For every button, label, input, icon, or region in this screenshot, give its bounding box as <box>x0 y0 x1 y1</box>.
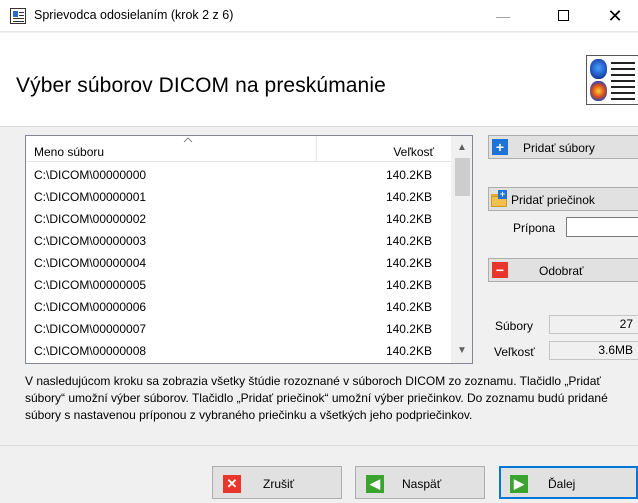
close-icon: ✕ <box>223 475 241 493</box>
dicom-document-icon <box>586 55 638 105</box>
file-size: 140.2KB <box>385 300 432 314</box>
add-folder-label: Pridať priečinok <box>511 193 595 207</box>
scroll-up-icon[interactable]: ▲ <box>457 142 467 153</box>
file-name: C:\DICOM\00000005 <box>34 278 147 292</box>
table-row[interactable]: C:\DICOM\00000008 140.2KB <box>26 339 451 361</box>
file-size: 140.2KB <box>385 234 432 248</box>
remove-label: Odobrať <box>539 264 584 278</box>
title-bar: Sprievodca odosielaním (krok 2 z 6) — ✕ <box>0 0 638 32</box>
remove-button[interactable]: − Odobrať <box>488 258 638 282</box>
extension-input[interactable] <box>566 217 638 237</box>
table-row[interactable]: C:\DICOM\00000000 140.2KB <box>26 163 451 185</box>
sort-ascending-icon <box>183 137 193 143</box>
column-header-name[interactable]: Meno súboru <box>34 145 104 159</box>
file-size: 140.2KB <box>385 278 432 292</box>
add-files-label: Pridať súbory <box>523 141 595 155</box>
extension-label: Prípona <box>513 221 556 235</box>
file-size: 140.2KB <box>385 168 432 182</box>
file-name: C:\DICOM\00000000 <box>34 168 147 182</box>
table-row[interactable]: C:\DICOM\00000001 140.2KB <box>26 185 451 207</box>
window-title: Sprievodca odosielaním (krok 2 z 6) <box>34 8 234 22</box>
table-row[interactable]: C:\DICOM\00000006 140.2KB <box>26 295 451 317</box>
table-row[interactable]: C:\DICOM\00000005 140.2KB <box>26 273 451 295</box>
files-count-value: 27 <box>549 315 638 334</box>
table-row[interactable]: C:\DICOM\00000003 140.2KB <box>26 229 451 251</box>
file-size: 140.2KB <box>385 256 432 270</box>
table-row[interactable]: C:\DICOM\00000007 140.2KB <box>26 317 451 339</box>
file-name: C:\DICOM\00000003 <box>34 234 147 248</box>
add-folder-icon: + <box>491 190 507 208</box>
minimize-button[interactable]: — <box>480 0 526 32</box>
scroll-down-icon[interactable]: ▼ <box>457 345 467 356</box>
back-button[interactable]: ◀ Naspäť <box>355 466 485 499</box>
app-icon <box>10 8 26 24</box>
file-name: C:\DICOM\00000002 <box>34 212 147 226</box>
file-name: C:\DICOM\00000006 <box>34 300 147 314</box>
maximize-button[interactable] <box>540 0 586 32</box>
close-button[interactable]: ✕ <box>592 0 638 32</box>
file-name: C:\DICOM\00000008 <box>34 344 147 358</box>
arrow-right-icon: ▶ <box>510 475 528 493</box>
files-count-label: Súbory <box>495 319 534 333</box>
wizard-header: Výber súborov DICOM na preskúmanie <box>0 33 638 127</box>
vertical-scrollbar[interactable]: ▲ ▼ <box>451 136 472 363</box>
column-header-size-label: Veľkosť <box>393 145 434 159</box>
arrow-left-icon: ◀ <box>366 475 384 493</box>
file-size: 140.2KB <box>385 322 432 336</box>
page-title: Výber súborov DICOM na preskúmanie <box>16 74 386 97</box>
table-row[interactable]: C:\DICOM\00000004 140.2KB <box>26 251 451 273</box>
add-files-button[interactable]: + Pridať súbory <box>488 135 638 159</box>
file-size: 140.2KB <box>385 190 432 204</box>
file-size: 140.2KB <box>385 212 432 226</box>
file-name: C:\DICOM\00000004 <box>34 256 147 270</box>
back-label: Naspäť <box>402 477 442 491</box>
table-row[interactable]: C:\DICOM\00000002 140.2KB <box>26 207 451 229</box>
cancel-label: Zrušiť <box>263 477 295 491</box>
minus-icon: − <box>492 262 508 278</box>
column-header-size[interactable]: Veľkosť <box>316 136 442 162</box>
total-size-label: Veľkosť <box>494 345 535 359</box>
footer-divider <box>0 445 638 446</box>
file-size: 140.2KB <box>385 344 432 358</box>
total-size-value: 3.6MB <box>549 341 638 360</box>
file-name: C:\DICOM\00000007 <box>34 322 147 336</box>
file-name: C:\DICOM\00000001 <box>34 190 147 204</box>
file-list[interactable]: Meno súboru Veľkosť C:\DICOM\00000000 14… <box>25 135 473 364</box>
next-label: Ďalej <box>548 477 576 491</box>
list-header: Meno súboru Veľkosť <box>26 136 451 162</box>
maximize-icon <box>557 10 569 22</box>
instructions-text: V nasledujúcom kroku sa zobrazia všetky … <box>25 374 608 422</box>
add-folder-button[interactable]: + Pridať priečinok <box>488 187 638 211</box>
next-button[interactable]: ▶ Ďalej <box>499 466 638 499</box>
plus-icon: + <box>492 139 508 155</box>
cancel-button[interactable]: ✕ Zrušiť <box>212 466 342 499</box>
scrollbar-thumb[interactable] <box>455 158 470 196</box>
